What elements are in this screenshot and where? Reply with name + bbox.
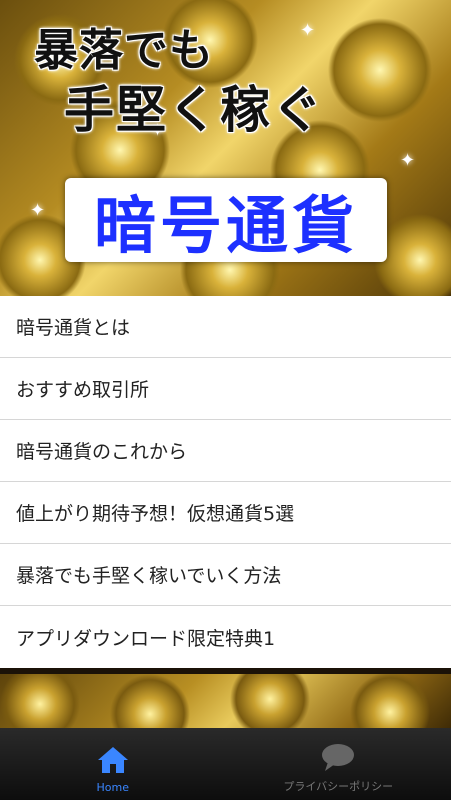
home-icon (97, 747, 128, 773)
menu-item-top5-coins[interactable]: 値上がり期待予想！仮想通貨5選 (0, 482, 451, 544)
menu-item-recommended-exchanges[interactable]: おすすめ取引所 (0, 358, 451, 420)
tab-privacy-policy[interactable]: プライバシーポリシー (226, 728, 451, 800)
tab-bar: Home プライバシーポリシー (0, 728, 451, 800)
tab-home-label: Home (96, 781, 129, 794)
tab-privacy-policy-label: プライバシーポリシー (283, 780, 394, 793)
hero-banner: ✦ ✦ ✦ ✦ 暴落でも 手堅く稼ぐ 暗号通貨 (0, 0, 451, 296)
tab-home[interactable]: Home (0, 728, 226, 800)
hero-badge: 暗号通貨 (65, 178, 387, 262)
menu-item-about-crypto[interactable]: 暗号通貨とは (0, 296, 451, 358)
menu-item-download-bonus[interactable]: アプリダウンロード限定特典1 (0, 606, 451, 668)
hero-title-line1: 暴落でも (34, 25, 214, 76)
menu-item-future-of-crypto[interactable]: 暗号通貨のこれから (0, 420, 451, 482)
menu-item-earning-method[interactable]: 暴落でも手堅く稼いでいく方法 (0, 544, 451, 606)
speech-bubble-icon (322, 744, 355, 771)
sparkle-icon: ✦ (400, 150, 416, 171)
hero-badge-text: 暗号通貨 (93, 189, 358, 262)
sparkle-icon: ✦ (30, 200, 46, 221)
menu-list: 暗号通貨とは おすすめ取引所 暗号通貨のこれから 値上がり期待予想！仮想通貨5選… (0, 296, 451, 668)
coins-decoration (0, 674, 451, 728)
hero-title-line2: 手堅く稼ぐ (64, 81, 324, 139)
